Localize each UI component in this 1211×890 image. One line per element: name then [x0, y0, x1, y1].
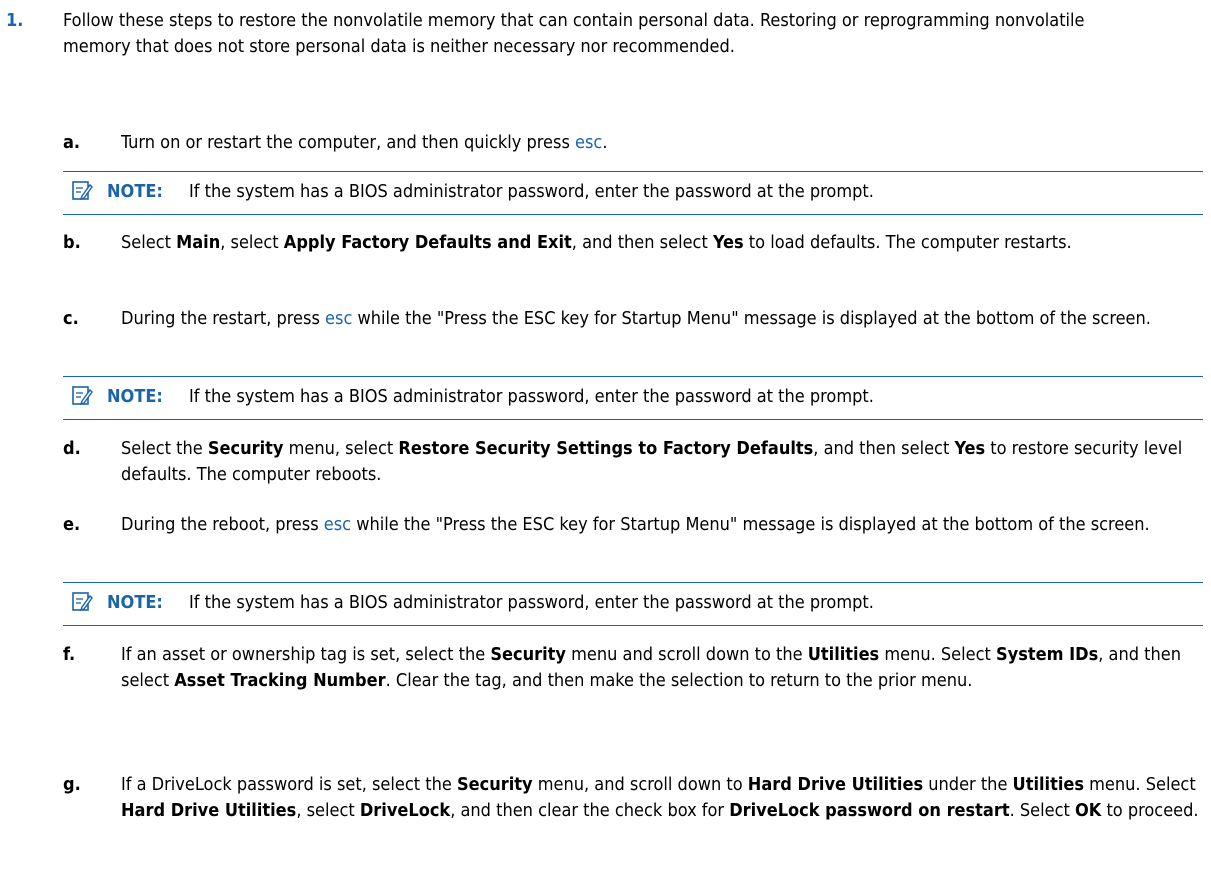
- key-esc: esc: [323, 514, 352, 535]
- substep-letter: d.: [63, 438, 81, 459]
- text-run: menu. Select: [1084, 774, 1196, 795]
- text-run: menu. Select: [879, 644, 997, 665]
- substep-text: During the restart, press esc while the …: [121, 306, 1201, 332]
- text-run: , select: [296, 800, 360, 821]
- substep-letter: e.: [63, 514, 81, 535]
- text-run: , and then select: [813, 438, 955, 459]
- bold-term: Hard Drive Utilities: [747, 774, 924, 795]
- note-text: If the system has a BIOS administrator p…: [189, 592, 874, 613]
- substep-letter: c.: [63, 308, 79, 329]
- text-run: During the reboot, press: [121, 514, 324, 535]
- text-run: to proceed.: [1101, 800, 1199, 821]
- bold-term: Apply Factory Defaults and Exit: [283, 232, 572, 253]
- text-run: . Select: [1009, 800, 1075, 821]
- text-run: menu and scroll down to the: [565, 644, 808, 665]
- key-esc: esc: [575, 132, 603, 153]
- note-box: NOTE: If the system has a BIOS administr…: [63, 171, 1203, 215]
- substep-text: If an asset or ownership tag is set, sel…: [121, 642, 1201, 694]
- bold-term: DriveLock password on restart: [729, 800, 1010, 821]
- bold-term: Asset Tracking Number: [174, 670, 386, 691]
- bold-term: Hard Drive Utilities: [121, 800, 297, 821]
- substep-letter: b.: [63, 232, 81, 253]
- text-run: while the "Press the ESC key for Startup…: [351, 514, 1150, 535]
- text-run: Turn on or restart the computer, and the…: [121, 132, 576, 153]
- step-text: Follow these steps to restore the nonvol…: [63, 10, 1085, 57]
- text-run: , and then clear the check box for: [450, 800, 730, 821]
- bold-term: System IDs: [996, 644, 1099, 665]
- note-label: NOTE:: [107, 592, 163, 613]
- text-run: while the "Press the ESC key for Startup…: [352, 308, 1151, 329]
- substep-letter: a.: [63, 132, 81, 153]
- bold-term: DriveLock: [359, 800, 451, 821]
- note-icon: [72, 386, 93, 406]
- note-text: If the system has a BIOS administrator p…: [189, 181, 874, 202]
- substep-text: Select Main, select Apply Factory Defaul…: [121, 230, 1201, 256]
- text-run: , and then select: [571, 232, 713, 253]
- note-icon: [72, 181, 93, 201]
- bold-term: Main: [176, 232, 221, 253]
- text-run: Select: [121, 232, 177, 253]
- note-label: NOTE:: [107, 386, 163, 407]
- document-page: 1. Follow these steps to restore the non…: [0, 0, 1211, 890]
- text-run: .: [602, 132, 608, 153]
- key-esc: esc: [325, 308, 353, 329]
- substep-text: During the reboot, press esc while the "…: [121, 512, 1201, 538]
- text-run: If an asset or ownership tag is set, sel…: [121, 644, 491, 665]
- note-text: If the system has a BIOS administrator p…: [189, 386, 874, 407]
- bold-term: Security: [490, 644, 566, 665]
- text-run: . Clear the tag, and then make the selec…: [385, 670, 973, 691]
- text-run: If a DriveLock password is set, select t…: [121, 774, 457, 795]
- substep-letter: f.: [63, 644, 76, 665]
- text-run: menu, and scroll down to: [532, 774, 748, 795]
- note-label: NOTE:: [107, 181, 163, 202]
- bold-term: Security: [456, 774, 533, 795]
- text-run: During the restart, press: [121, 308, 326, 329]
- bold-term: Utilities: [807, 644, 880, 665]
- bold-term: Yes: [712, 232, 744, 253]
- bold-term: Restore Security Settings to Factory Def…: [398, 438, 814, 459]
- bold-term: OK: [1074, 800, 1102, 821]
- note-box: NOTE: If the system has a BIOS administr…: [63, 582, 1203, 626]
- text-run: menu, select: [283, 438, 399, 459]
- note-icon: [72, 592, 93, 612]
- step-number: 1.: [6, 10, 24, 31]
- bold-term: Utilities: [1012, 774, 1084, 795]
- bold-term: Yes: [954, 438, 986, 459]
- text-run: under the: [923, 774, 1013, 795]
- text-run: to load defaults. The computer restarts.: [743, 232, 1072, 253]
- note-box: NOTE: If the system has a BIOS administr…: [63, 376, 1203, 420]
- substep-letter: g.: [63, 774, 81, 795]
- text-run: Select the: [121, 438, 208, 459]
- substep-text: Turn on or restart the computer, and the…: [121, 130, 1201, 156]
- text-run: , select: [220, 232, 284, 253]
- substep-text: If a DriveLock password is set, select t…: [121, 772, 1201, 824]
- bold-term: Security: [207, 438, 284, 459]
- substep-text: Select the Security menu, select Restore…: [121, 436, 1201, 488]
